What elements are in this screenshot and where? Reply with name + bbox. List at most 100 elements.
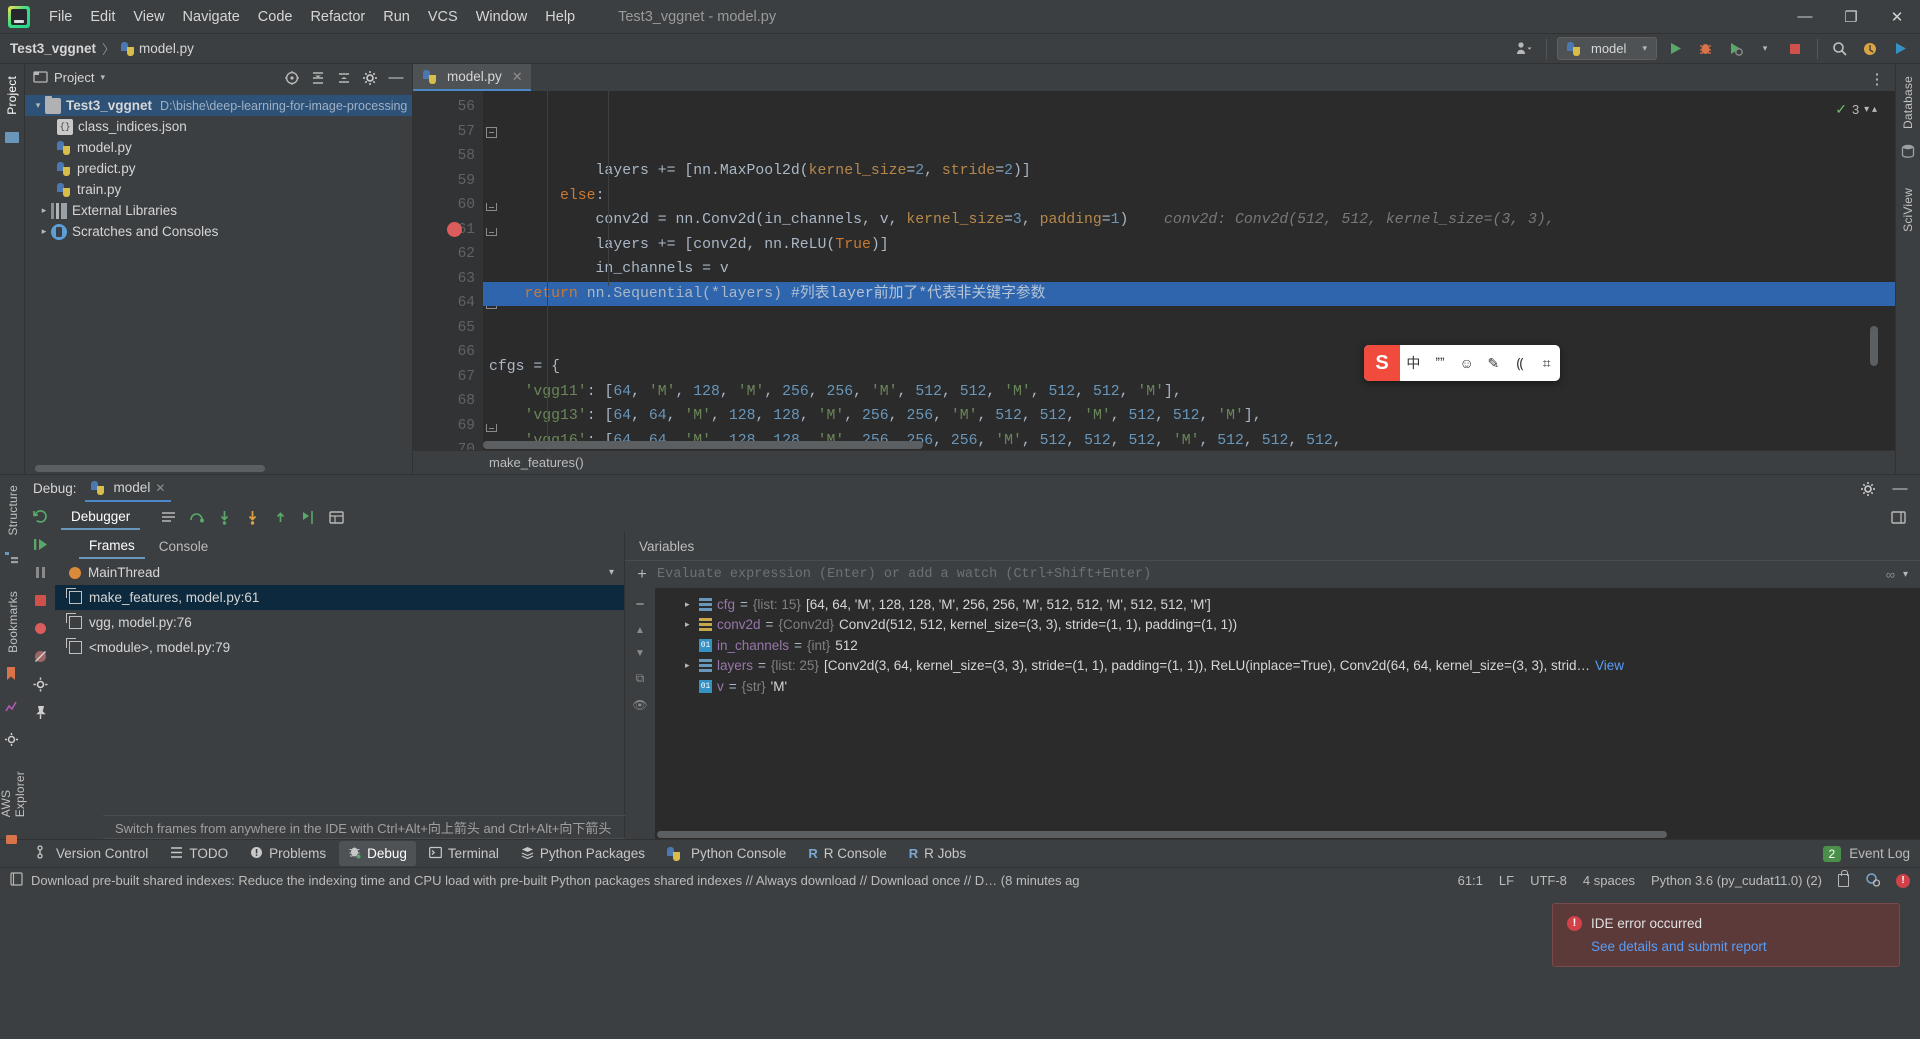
breakpoint-icon[interactable] bbox=[447, 221, 462, 237]
minimize-button[interactable]: — bbox=[1782, 0, 1828, 34]
chevron-down-icon[interactable]: ▾ bbox=[1903, 569, 1920, 580]
project-settings-gear-icon[interactable] bbox=[358, 66, 382, 90]
stop-program-icon[interactable] bbox=[32, 592, 49, 612]
mute-breakpoints-icon[interactable] bbox=[32, 648, 49, 668]
ime-floating-toolbar[interactable]: S 中 ˮˮ ☺ ✎ ⸨ ⌗ bbox=[1364, 345, 1560, 381]
tool-button-debug[interactable]: Debug bbox=[339, 841, 416, 866]
tree-item-train-py[interactable]: train.py bbox=[25, 179, 412, 200]
breadcrumb-file[interactable]: model.py bbox=[139, 41, 194, 56]
line-number-gutter[interactable]: 56 57 58 59 60 61 62 63 64 65 66 67 68 69 70 bbox=[413, 91, 497, 450]
debug-settings-gear-icon[interactable] bbox=[1856, 477, 1880, 501]
line-number[interactable]: 69 bbox=[413, 414, 497, 439]
frames-list[interactable]: MainThread ▾ make_features, model.py:61 bbox=[55, 560, 624, 815]
tree-item-predict-py[interactable]: predict.py bbox=[25, 158, 412, 179]
line-number[interactable]: 61 bbox=[413, 218, 497, 243]
stop-button[interactable] bbox=[1783, 37, 1807, 61]
view-value-link[interactable]: View bbox=[1595, 658, 1624, 673]
lock-icon[interactable] bbox=[1838, 870, 1849, 887]
menu-run[interactable]: Run bbox=[374, 6, 419, 28]
view-breakpoints-icon[interactable] bbox=[32, 620, 49, 640]
code-line[interactable]: layers += [conv2d, nn.ReLU(True)] bbox=[483, 233, 1895, 258]
ime-menu-icon[interactable]: ⌗ bbox=[1533, 355, 1560, 372]
line-number[interactable]: 59 bbox=[413, 169, 483, 194]
debug-button[interactable] bbox=[1693, 37, 1717, 61]
code-line[interactable]: 'vgg13': [64, 64, 'M', 128, 128, 'M', 25… bbox=[483, 404, 1895, 429]
editor-horizontal-scrollbar[interactable] bbox=[483, 441, 923, 449]
code-line[interactable] bbox=[483, 331, 1895, 356]
tool-button-python-packages[interactable]: Python Packages bbox=[512, 842, 654, 866]
ime-punctuation-icon[interactable]: ˮˮ bbox=[1427, 355, 1454, 371]
sidebar-tab-project[interactable]: Project bbox=[3, 70, 21, 121]
maximize-button[interactable]: ❐ bbox=[1828, 0, 1874, 34]
tab-console[interactable]: Console bbox=[149, 535, 219, 558]
run-with-coverage-button[interactable] bbox=[1723, 37, 1747, 61]
project-horizontal-scrollbar[interactable] bbox=[35, 465, 265, 472]
line-number[interactable]: 67 bbox=[413, 365, 483, 390]
chevron-right-icon[interactable]: ▸ bbox=[685, 660, 694, 671]
menu-file[interactable]: File bbox=[40, 6, 81, 28]
step-over-icon[interactable] bbox=[184, 505, 208, 529]
sidebar-tab-structure[interactable]: Structure bbox=[4, 479, 22, 542]
code-line[interactable] bbox=[483, 306, 1895, 331]
menu-refactor[interactable]: Refactor bbox=[301, 6, 374, 28]
variable-row[interactable]: ▸ cfg = {list: 15} [64, 64, 'M', 128, 128… bbox=[655, 594, 1920, 615]
error-badge-icon[interactable]: ! bbox=[1896, 873, 1910, 888]
tool-button-r-jobs[interactable]: R R Jobs bbox=[900, 842, 975, 865]
breadcrumb-project[interactable]: Test3_vggnet bbox=[10, 41, 96, 56]
close-button[interactable]: ✕ bbox=[1874, 0, 1920, 34]
debug-hide-icon[interactable]: — bbox=[1888, 477, 1912, 501]
line-number[interactable]: 56 bbox=[413, 95, 483, 120]
event-log-button[interactable]: Event Log bbox=[1849, 846, 1910, 861]
more-run-options-chevron-icon[interactable]: ▾ bbox=[1753, 37, 1777, 61]
code-line[interactable]: cfgs = { bbox=[483, 355, 1895, 380]
tree-item-model-py[interactable]: model.py bbox=[25, 137, 412, 158]
debug-settings-icon[interactable] bbox=[32, 676, 49, 696]
eye-icon[interactable]: 👁 bbox=[632, 698, 647, 712]
thread-selector[interactable]: MainThread ▾ bbox=[55, 560, 624, 585]
run-to-cursor-icon[interactable] bbox=[296, 505, 320, 529]
menu-vcs[interactable]: VCS bbox=[419, 6, 467, 28]
pin-tab-icon[interactable] bbox=[32, 704, 49, 724]
sidebar-tab-aws-explorer[interactable]: AWS Explorer bbox=[0, 765, 29, 823]
layout-settings-icon[interactable] bbox=[1886, 505, 1910, 529]
tree-item-external-libraries[interactable]: ▸ External Libraries bbox=[25, 200, 412, 221]
ime-emoji-icon[interactable]: ☺ bbox=[1453, 355, 1480, 371]
tool-button-todo[interactable]: TODO bbox=[161, 842, 237, 866]
editor-more-options-icon[interactable]: ⋮ bbox=[1865, 67, 1889, 91]
notification-link[interactable]: See details and submit report bbox=[1591, 939, 1885, 954]
line-number[interactable]: 64 bbox=[413, 291, 497, 316]
search-icon[interactable] bbox=[1828, 37, 1852, 61]
ime-handwriting-icon[interactable]: ✎ bbox=[1480, 355, 1507, 372]
sidebar-tab-sciview[interactable]: SciView bbox=[1899, 182, 1917, 238]
code-line-current[interactable]: return nn.Sequential(*layers) #列表layer前加… bbox=[483, 281, 1895, 306]
editor-tab-model-py[interactable]: model.py ✕ bbox=[413, 64, 531, 91]
variable-row[interactable]: ▸ layers = {list: 25} [Conv2d(3, 64, kern… bbox=[655, 656, 1920, 677]
menu-code[interactable]: Code bbox=[249, 6, 302, 28]
locate-file-icon[interactable] bbox=[280, 66, 304, 90]
ide-error-notification[interactable]: ! IDE error occurred See details and sub… bbox=[1552, 903, 1900, 967]
code-line[interactable]: 'vgg11': [64, 'M', 128, 'M', 256, 256, '… bbox=[483, 380, 1895, 405]
code-line[interactable]: conv2d = nn.Conv2d(in_channels, v, kerne… bbox=[483, 208, 1895, 233]
line-number[interactable]: 65 bbox=[413, 316, 483, 341]
variables-list[interactable]: ▸ cfg = {list: 15} [64, 64, 'M', 128, 128… bbox=[655, 588, 1920, 839]
chevron-right-icon[interactable]: ▸ bbox=[685, 599, 694, 610]
frame-item-vgg[interactable]: vgg, model.py:76 bbox=[55, 610, 624, 635]
link-icon[interactable]: ∞ bbox=[1886, 567, 1895, 582]
copy-icon[interactable]: ⧉ bbox=[636, 671, 645, 686]
tool-button-terminal[interactable]: Terminal bbox=[420, 842, 508, 866]
move-down-icon[interactable]: ▼ bbox=[635, 648, 645, 659]
line-number[interactable]: 57 bbox=[413, 120, 497, 145]
variables-horizontal-scrollbar[interactable] bbox=[657, 831, 1667, 838]
tab-frames[interactable]: Frames bbox=[79, 534, 145, 559]
code-line[interactable]: else: bbox=[483, 184, 1895, 209]
inspection-widget[interactable]: ✓ 3 ▾ ▴ bbox=[1835, 101, 1877, 118]
watch-input[interactable]: Evaluate expression (Enter) or add a wat… bbox=[657, 564, 1878, 586]
sidebar-tab-database[interactable]: Database bbox=[1899, 70, 1917, 135]
remove-watch-button[interactable]: − bbox=[636, 596, 645, 613]
chevron-right-icon[interactable]: ▸ bbox=[685, 619, 694, 630]
variable-row[interactable]: 01 v = {str} 'M' bbox=[655, 676, 1920, 697]
run-configuration-selector[interactable]: model ▾ bbox=[1557, 37, 1657, 60]
inspection-chevrons-icon[interactable]: ▾ ▴ bbox=[1864, 104, 1877, 115]
project-tree[interactable]: ▾ Test3_vggnet D:\bishe\deep-learning-fo… bbox=[25, 91, 412, 474]
line-number[interactable]: 58 bbox=[413, 144, 483, 169]
